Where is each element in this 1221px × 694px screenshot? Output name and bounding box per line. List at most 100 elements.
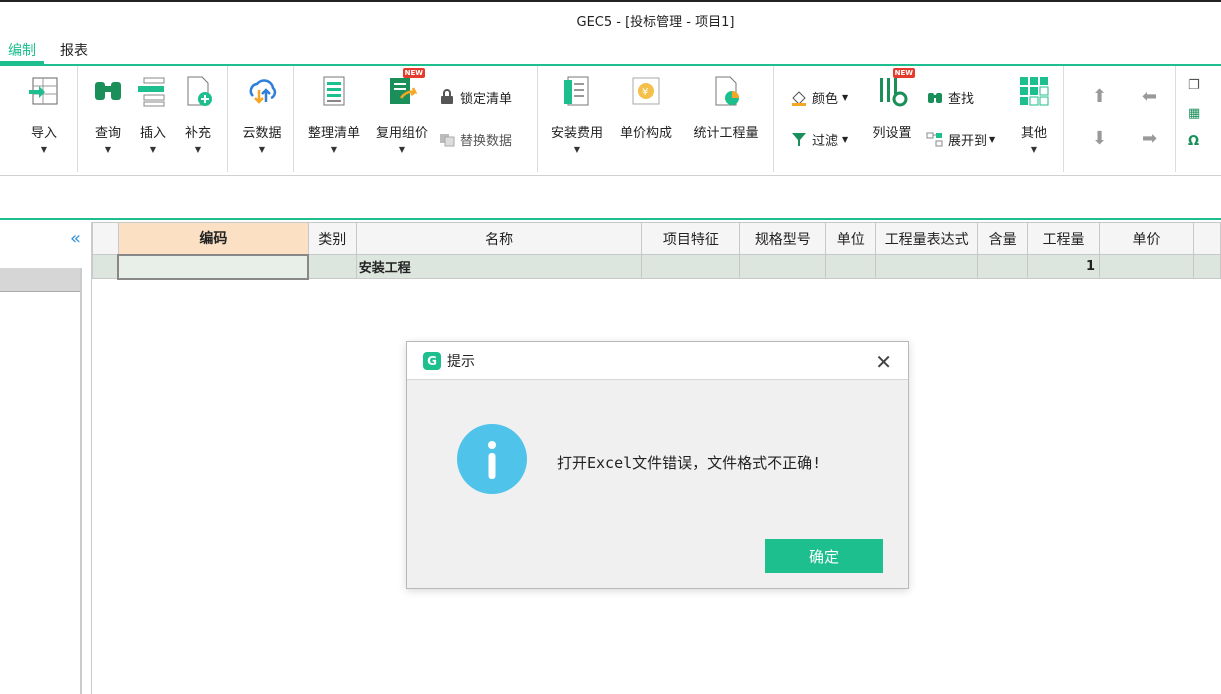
insert-button[interactable]: 插入 ▼ [131,74,175,166]
list-document-icon [317,74,351,108]
column-settings-icon: NEW [875,68,915,108]
insert-label: 插入 [139,126,166,141]
install-fee-button[interactable]: 安装费用 ▼ [551,74,603,166]
replace-data-label: 替换数据 [460,133,513,149]
chevron-down-icon: ▼ [194,145,202,154]
info-icon [457,424,527,494]
dialog-header: G 提示 [407,342,908,380]
chevron-down-icon: ▼ [1030,145,1038,154]
bill-table: 编码 类别 名称 项目特征 规格型号 单位 工程量表达式 含量 工程量 单价 安… [92,222,1221,280]
query-label: 查询 [94,126,121,141]
dialog-title: 提示 [447,353,475,370]
omega-icon[interactable]: Ω [1188,134,1200,162]
col-header-feature[interactable]: 项目特征 [641,222,741,255]
supplement-button[interactable]: 补充 ▼ [176,74,220,166]
color-button[interactable]: 颜色 ▼ [790,86,848,108]
left-tree-panel: « [0,222,92,694]
table-row[interactable]: 安装工程 1 [92,253,1221,280]
col-header-type[interactable]: 类别 [307,222,357,255]
stats-pie-icon [709,74,743,108]
cell-qty[interactable]: 1 [1027,254,1101,279]
cell-unit[interactable] [825,254,877,279]
new-badge: NEW [892,68,915,78]
cell-price[interactable] [1099,254,1194,279]
chevron-down-icon: ▼ [149,145,157,154]
window-title: GEC5 - [投标管理 - 项目1] [576,14,735,30]
cloud-sync-icon [245,74,279,108]
chevron-down-icon: ▼ [573,145,581,154]
column-settings-button[interactable]: NEW 列设置 [870,68,915,166]
col-header-name[interactable]: 名称 [355,222,643,255]
col-header-code[interactable]: 编码 [117,222,309,255]
arrow-up-icon[interactable]: ⬆ [1092,86,1107,107]
cell-code[interactable] [117,253,310,280]
filter-button[interactable]: 过滤 ▼ [790,128,848,150]
ribbon-group-import: 导入 ▼ [0,66,78,172]
chevron-down-icon: ▼ [842,134,849,144]
ribbon-toolbar: 导入 ▼ 查询 ▼ 插入 ▼ 补充 ▼ 云数据 ▼ 整理清单 ▼ NEW 复用组… [0,66,1221,176]
calculator-icon[interactable]: ▦ [1188,106,1200,134]
expand-to-label: 展开到 [948,133,988,149]
stats-quantity-button[interactable]: 统计工程量 [694,74,759,166]
replace-data-button[interactable]: 替换数据 [438,128,512,150]
lock-list-button[interactable]: 锁定清单 [438,86,512,108]
ribbon-group-move: ⬆ ⬅ ⬇ ➡ [1064,66,1176,172]
collapse-panel-icon[interactable]: « [70,228,81,249]
lock-list-label: 锁定清单 [460,91,513,107]
arrow-left-icon[interactable]: ⬅ [1142,86,1157,107]
cell-type[interactable] [307,254,357,279]
cell-expr[interactable] [875,254,979,279]
expand-to-button[interactable]: 展开到 ▼ [926,128,995,150]
sub-toolbar [0,176,1221,220]
col-header-model[interactable]: 规格型号 [739,222,827,255]
filter-label: 过滤 [812,133,839,149]
cell-content[interactable] [977,254,1029,279]
ribbon-group-cost: 安装费用 ▼ ¥ 单价构成 统计工程量 [538,66,774,172]
menu-tabs: 编制 报表 [0,40,1221,66]
copy-icon[interactable]: ❐ [1188,78,1200,106]
tidy-list-button[interactable]: 整理清单 ▼ [308,74,360,166]
col-header-unit[interactable]: 单位 [825,222,877,255]
ok-button[interactable]: 确定 [765,539,883,573]
find-label: 查找 [948,91,975,107]
tidy-list-label: 整理清单 [308,126,361,141]
find-button[interactable]: 查找 [926,86,974,108]
panel-scrollbar[interactable] [80,268,82,694]
query-button[interactable]: 查询 ▼ [86,74,130,166]
tree-expand-icon [926,130,944,148]
row-header-corner [92,222,119,255]
col-header-extra [1192,222,1221,255]
cell-extra[interactable] [1192,254,1221,279]
col-header-expr[interactable]: 工程量表达式 [875,222,979,255]
cell-model[interactable] [739,254,827,279]
truncated-tools: ❐ ▦ Ω [1188,78,1200,162]
unit-price-label: 单价构成 [620,126,673,141]
other-button[interactable]: 其他 ▼ [1012,74,1056,166]
cell-feature[interactable] [641,254,741,279]
tree-selected-row[interactable] [0,268,82,292]
unit-price-button[interactable]: ¥ 单价构成 [620,74,672,166]
tab-edit[interactable]: 编制 [0,40,44,64]
filter-icon [790,130,808,148]
col-header-price[interactable]: 单价 [1099,222,1194,255]
reuse-pricing-button[interactable]: NEW 复用组价 ▼ [376,68,428,166]
arrow-right-icon[interactable]: ➡ [1142,128,1157,149]
ribbon-group-cloud: 云数据 ▼ [228,66,294,172]
lock-icon [438,88,456,106]
add-document-icon [181,74,215,108]
table-header-row: 编码 类别 名称 项目特征 规格型号 单位 工程量表达式 含量 工程量 单价 [92,222,1221,255]
paint-bucket-icon [790,88,808,106]
other-label: 其他 [1020,126,1047,141]
tab-report[interactable]: 报表 [52,40,96,64]
col-header-content[interactable]: 含量 [977,222,1029,255]
col-header-qty[interactable]: 工程量 [1027,222,1101,255]
import-button[interactable]: 导入 ▼ [22,74,66,166]
row-header[interactable] [92,254,119,279]
arrow-down-icon[interactable]: ⬇ [1092,128,1107,149]
insert-row-icon [136,74,170,108]
binoculars-icon [91,74,125,108]
ribbon-group-query: 查询 ▼ 插入 ▼ 补充 ▼ [78,66,228,172]
cell-name[interactable]: 安装工程 [355,254,643,279]
close-icon[interactable]: ✕ [875,350,892,374]
cloud-data-button[interactable]: 云数据 ▼ [240,74,284,166]
